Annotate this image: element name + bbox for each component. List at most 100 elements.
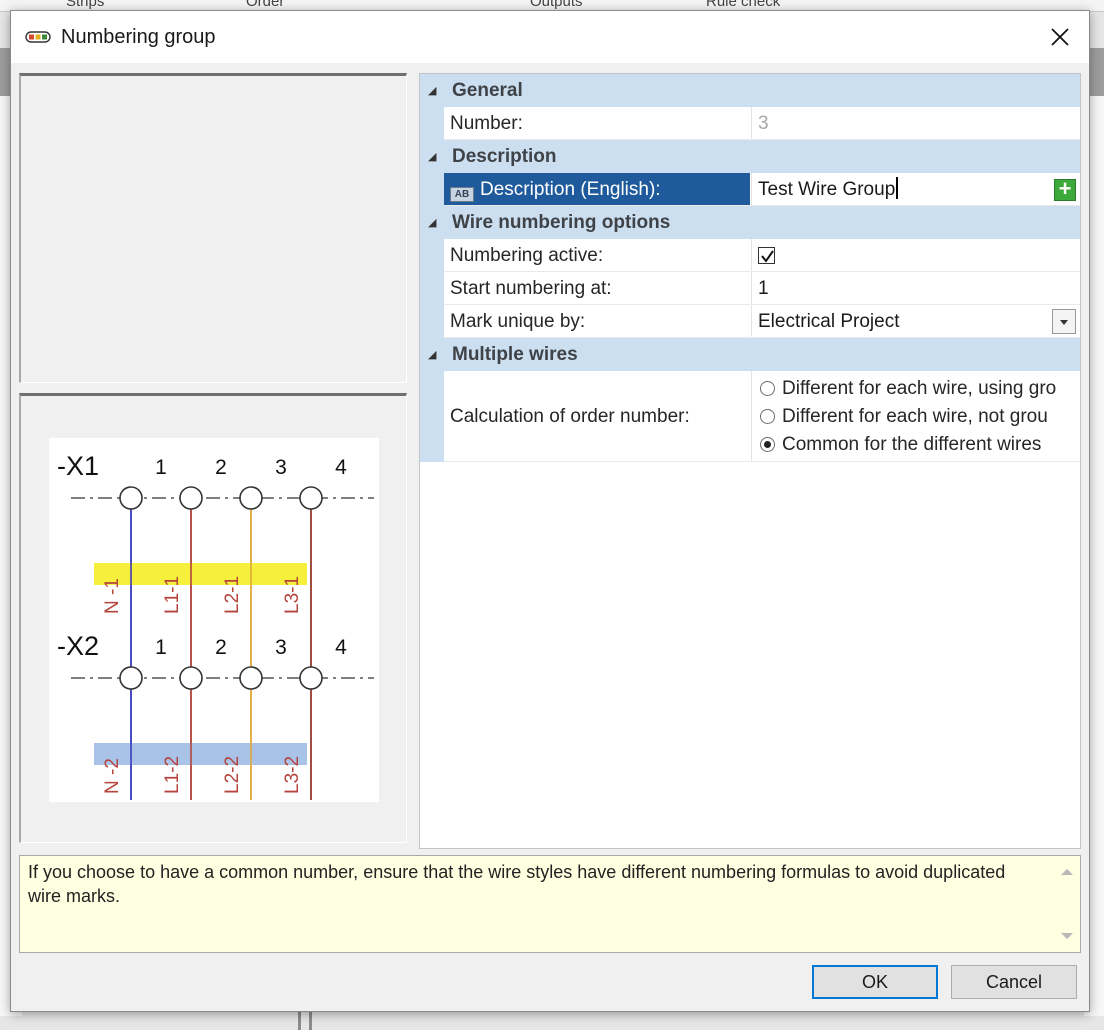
terminal-circle <box>179 666 203 690</box>
terminal-number: 4 <box>335 636 347 659</box>
close-icon[interactable] <box>1045 22 1075 52</box>
scroll-up-icon[interactable] <box>1061 869 1073 875</box>
wire-mark-label: N -1 <box>102 578 123 614</box>
radio-button[interactable] <box>760 409 775 424</box>
collapse-arrow-icon[interactable]: ◢ <box>428 150 436 163</box>
property-name: Mark unique by: <box>444 305 750 338</box>
radio-option-different-using-group[interactable]: Different for each wire, using gro <box>758 375 1080 403</box>
radio-button-selected[interactable] <box>760 437 775 452</box>
category-label: General <box>452 80 523 101</box>
collapse-arrow-icon[interactable]: ◢ <box>428 216 436 229</box>
terminal-number: 3 <box>275 456 287 479</box>
dropdown-arrow-icon[interactable] <box>1052 309 1076 334</box>
terminal-circle <box>119 486 143 510</box>
row-gutter <box>420 107 444 140</box>
wire-mark-highlight <box>94 563 307 585</box>
scroll-down-icon[interactable] <box>1061 933 1073 939</box>
terminal-circle <box>239 666 263 690</box>
calculation-options: Different for each wire, using gro Diffe… <box>751 371 1080 462</box>
numbering-active-checkbox[interactable] <box>758 247 775 264</box>
radio-option-different-not-grouped[interactable]: Different for each wire, not grou <box>758 403 1080 431</box>
terminal-strip-label: -X1 <box>57 451 99 481</box>
row-gutter <box>420 272 444 305</box>
terminal-number: 2 <box>215 456 227 479</box>
category-label: Multiple wires <box>452 344 578 365</box>
radio-label: Different for each wire, not grou <box>782 406 1048 427</box>
background-splitter <box>298 1012 312 1030</box>
radio-label: Different for each wire, using gro <box>782 378 1057 399</box>
number-value: 3 <box>751 107 1080 140</box>
diagram-canvas: -X1 1 2 3 4 -X2 1 2 3 4 N -1 L1-1 L2-1 L3-1 N -2 L1-2 L2… <box>57 451 374 800</box>
category-label: Description <box>452 146 557 167</box>
wire-mark-highlight <box>94 743 307 765</box>
collapse-arrow-icon[interactable]: ◢ <box>428 348 436 361</box>
terminal-number: 1 <box>155 636 167 659</box>
hint-box: If you choose to have a common number, e… <box>19 855 1081 953</box>
property-name: Start numbering at: <box>444 272 750 305</box>
radio-button[interactable] <box>760 381 775 396</box>
row-gutter <box>420 239 444 272</box>
terminal-circle <box>239 486 263 510</box>
mark-unique-value: Electrical Project <box>758 311 900 332</box>
wire-mark-label: L1-2 <box>162 756 183 794</box>
wire-mark-label: L2-2 <box>222 756 243 794</box>
background-tab: Strips <box>66 0 105 10</box>
language-text-icon: AB <box>450 187 474 202</box>
wire-mark-label: N -2 <box>102 758 123 794</box>
property-name: Calculation of order number: <box>444 371 750 462</box>
property-row-number: Number: 3 <box>420 107 1080 140</box>
background-tab: Rule check <box>706 0 781 10</box>
terminal-strip-label: -X2 <box>57 631 99 661</box>
dialog-title: Numbering group <box>61 26 216 48</box>
property-grid: ◢ General Number: 3 ◢ Description AB Desc… <box>419 73 1081 849</box>
property-name: AB Description (English): <box>444 173 750 206</box>
checkmark-icon <box>761 250 774 263</box>
preview-panel-top <box>19 73 407 383</box>
category-general[interactable]: ◢ General <box>420 74 1080 107</box>
description-value: Test Wire Group <box>758 179 896 200</box>
background-tab: Order <box>246 0 285 10</box>
terminal-number: 1 <box>155 456 167 479</box>
description-label: Description (English): <box>480 179 661 200</box>
description-input[interactable]: Test Wire Group + <box>751 173 1080 206</box>
start-numbering-input[interactable]: 1 <box>751 272 1080 305</box>
hint-text: If you choose to have a common number, e… <box>28 862 1006 906</box>
property-name: Number: <box>444 107 750 140</box>
terminal-circle <box>179 486 203 510</box>
add-translation-button[interactable]: + <box>1054 178 1076 201</box>
category-label: Wire numbering options <box>452 212 671 233</box>
terminal-circle <box>119 666 143 690</box>
property-row-calculation: Calculation of order number: Different f… <box>420 371 1080 462</box>
terminal-number: 4 <box>335 456 347 479</box>
numbering-group-dialog: Numbering group -X1 1 2 3 4 -X2 1 2 3 4 N -1 L1-1 L2… <box>10 10 1090 1012</box>
category-multiple-wires[interactable]: ◢ Multiple wires <box>420 338 1080 371</box>
property-row-mark-unique: Mark unique by: Electrical Project <box>420 305 1080 338</box>
background-tab: Outputs <box>530 0 583 10</box>
hint-scrollbar[interactable] <box>1055 857 1079 951</box>
text-caret <box>896 177 899 199</box>
title-bar: Numbering group <box>11 11 1089 63</box>
property-row-description[interactable]: AB Description (English): Test Wire Group… <box>420 173 1080 206</box>
category-wire-numbering-options[interactable]: ◢ Wire numbering options <box>420 206 1080 239</box>
ok-button[interactable]: OK <box>812 965 938 999</box>
mark-unique-select[interactable]: Electrical Project <box>751 305 1080 338</box>
row-gutter <box>420 173 444 206</box>
wire-numbering-diagram: -X1 1 2 3 4 -X2 1 2 3 4 N -1 L1-1 L2-1 L3-1 N -2 L1-2 L2… <box>49 438 379 802</box>
terminal-number: 2 <box>215 636 227 659</box>
wire-mark-label: L3-1 <box>282 576 303 614</box>
category-description[interactable]: ◢ Description <box>420 140 1080 173</box>
property-name: Numbering active: <box>444 239 750 272</box>
wire-group-icon <box>25 31 51 43</box>
row-gutter <box>420 371 444 462</box>
radio-option-common[interactable]: Common for the different wires <box>758 431 1080 459</box>
radio-label: Common for the different wires <box>782 434 1042 455</box>
terminal-circle <box>299 486 323 510</box>
numbering-active-cell <box>751 239 1080 272</box>
preview-panel-bottom: -X1 1 2 3 4 -X2 1 2 3 4 N -1 L1-1 L2-1 L3-1 N -2 L1-2 L2… <box>19 393 407 843</box>
cancel-button[interactable]: Cancel <box>951 965 1077 999</box>
wire-mark-label: L1-1 <box>162 576 183 614</box>
collapse-arrow-icon[interactable]: ◢ <box>428 84 436 97</box>
property-row-numbering-active: Numbering active: <box>420 239 1080 272</box>
property-row-start-numbering: Start numbering at: 1 <box>420 272 1080 305</box>
row-gutter <box>420 305 444 338</box>
